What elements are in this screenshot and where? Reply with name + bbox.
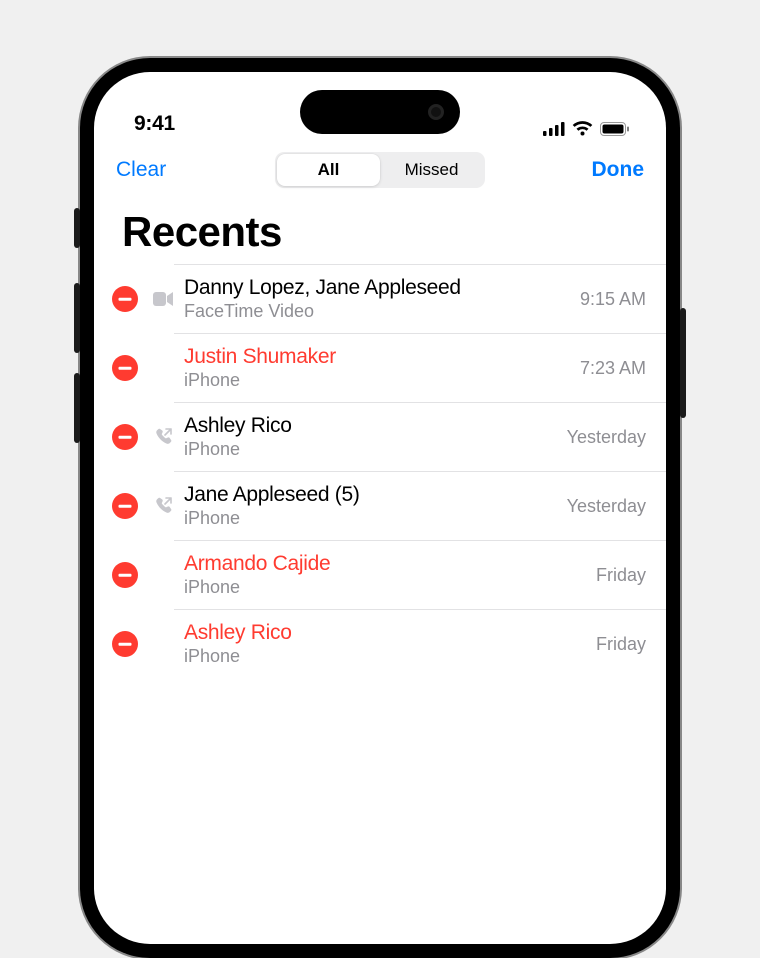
front-camera [428, 104, 444, 120]
call-time: 7:23 AM [580, 358, 646, 379]
call-time: 9:15 AM [580, 289, 646, 310]
call-name: Jane Appleseed (5) [184, 483, 557, 507]
call-sub: iPhone [184, 646, 586, 667]
call-type-icon [152, 426, 174, 448]
call-name: Ashley Rico [184, 621, 586, 645]
call-name: Danny Lopez, Jane Appleseed [184, 276, 570, 300]
call-row[interactable]: Ashley RicoiPhone Friday [174, 609, 666, 678]
call-sub: iPhone [184, 508, 557, 529]
call-row[interactable]: Justin ShumakeriPhone 7:23 AM [174, 333, 666, 402]
silent-switch [74, 208, 80, 248]
call-type-icon [152, 564, 174, 586]
cellular-icon [543, 122, 565, 136]
battery-icon [600, 122, 630, 136]
delete-icon[interactable] [112, 631, 138, 657]
volume-down-button [74, 373, 80, 443]
segment-missed[interactable]: Missed [380, 154, 483, 186]
call-info: Justin ShumakeriPhone [184, 345, 570, 391]
call-sub: FaceTime Video [184, 301, 570, 322]
delete-icon[interactable] [112, 424, 138, 450]
call-info: Ashley RicoiPhone [184, 621, 586, 667]
call-type-icon [152, 288, 174, 310]
recents-list: Danny Lopez, Jane AppleseedFaceTime Vide… [94, 264, 666, 678]
delete-icon[interactable] [112, 286, 138, 312]
call-info: Danny Lopez, Jane AppleseedFaceTime Vide… [184, 276, 570, 322]
call-row[interactable]: Danny Lopez, Jane AppleseedFaceTime Vide… [174, 264, 666, 333]
call-sub: iPhone [184, 577, 586, 598]
segment-all[interactable]: All [277, 154, 380, 186]
wifi-icon [572, 121, 593, 136]
call-sub: iPhone [184, 439, 557, 460]
call-info: Jane Appleseed (5)iPhone [184, 483, 557, 529]
call-type-icon [152, 495, 174, 517]
call-name: Ashley Rico [184, 414, 557, 438]
dynamic-island [300, 90, 460, 134]
side-button [680, 308, 686, 418]
call-name: Armando Cajide [184, 552, 586, 576]
call-type-icon [152, 357, 174, 379]
status-time: 9:41 [134, 112, 175, 136]
segmented-control[interactable]: All Missed [275, 152, 485, 188]
delete-icon[interactable] [112, 355, 138, 381]
phone-frame: 9:41 Clear All Missed Done Recents Danny… [80, 58, 680, 958]
call-info: Armando CajideiPhone [184, 552, 586, 598]
status-icons [543, 121, 630, 136]
delete-icon[interactable] [112, 562, 138, 588]
call-time: Friday [596, 565, 646, 586]
call-info: Ashley RicoiPhone [184, 414, 557, 460]
call-sub: iPhone [184, 370, 570, 391]
done-button[interactable]: Done [574, 158, 644, 182]
nav-bar: Clear All Missed Done [94, 142, 666, 194]
page-title: Recents [94, 194, 666, 264]
call-time: Yesterday [567, 427, 646, 448]
call-row[interactable]: Jane Appleseed (5)iPhone Yesterday [174, 471, 666, 540]
call-name: Justin Shumaker [184, 345, 570, 369]
screen: 9:41 Clear All Missed Done Recents Danny… [94, 72, 666, 944]
call-row[interactable]: Ashley RicoiPhone Yesterday [174, 402, 666, 471]
clear-button[interactable]: Clear [116, 158, 186, 182]
call-time: Yesterday [567, 496, 646, 517]
call-time: Friday [596, 634, 646, 655]
call-row[interactable]: Armando CajideiPhone Friday [174, 540, 666, 609]
call-type-icon [152, 633, 174, 655]
volume-up-button [74, 283, 80, 353]
delete-icon[interactable] [112, 493, 138, 519]
